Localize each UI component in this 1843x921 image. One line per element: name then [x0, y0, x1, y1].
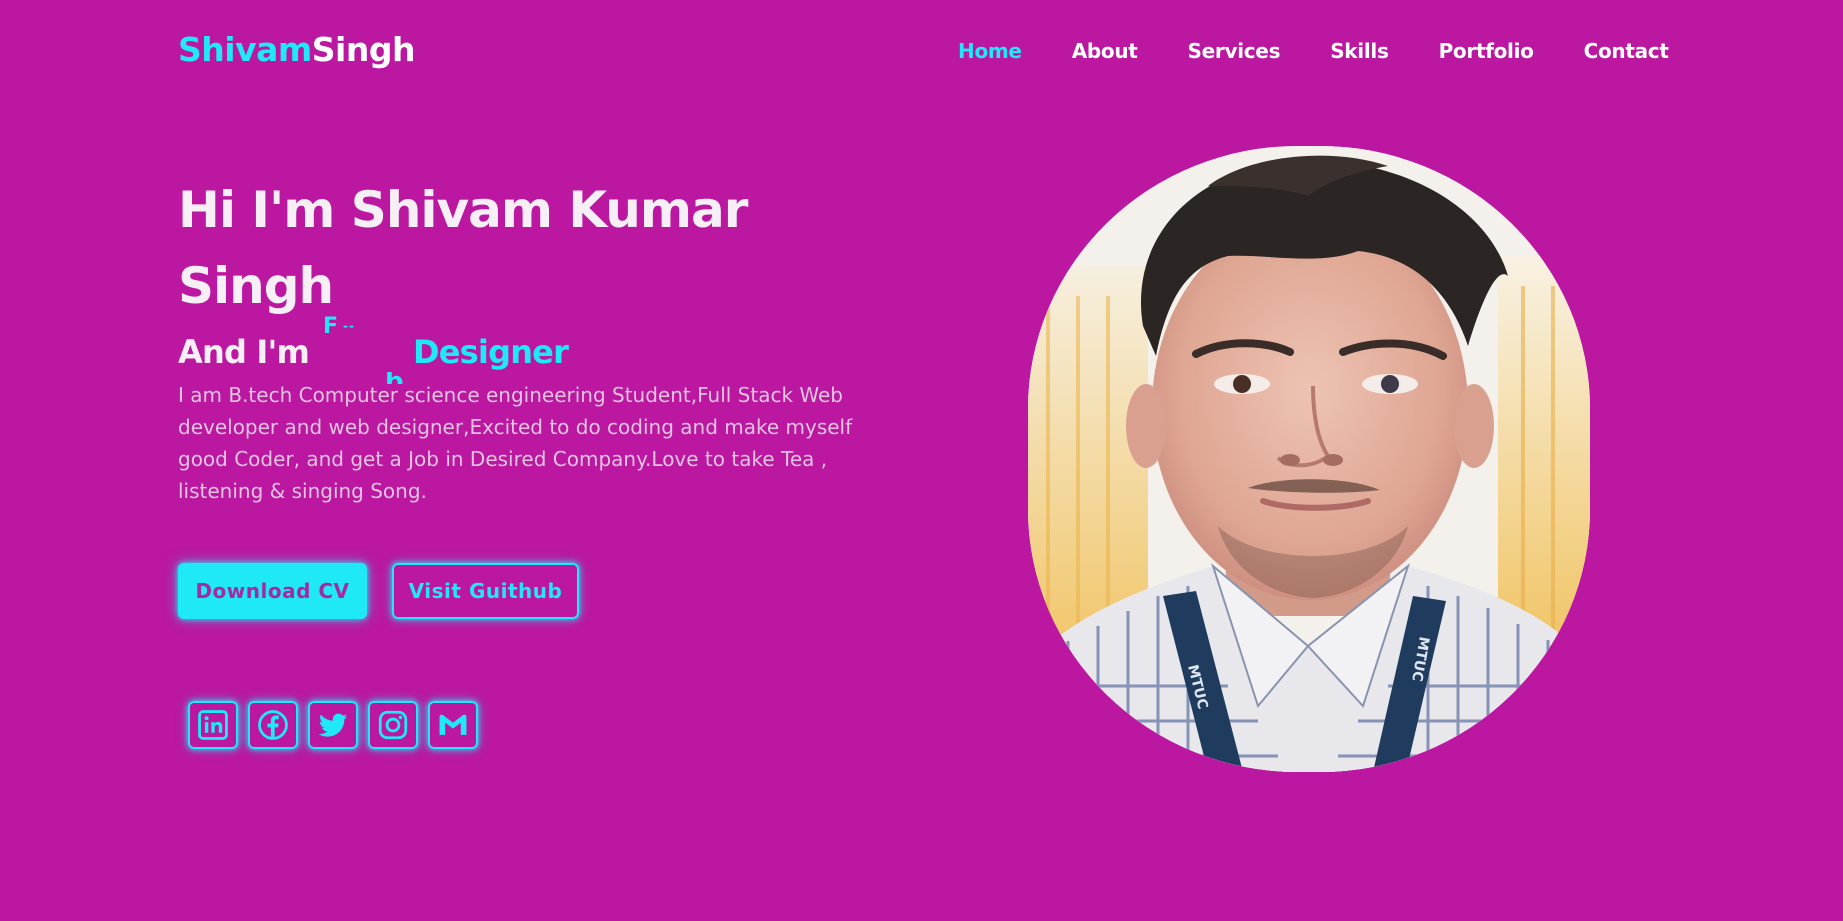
typing-fragment-dash: ‐‐	[343, 319, 355, 333]
linkedin-link[interactable]	[188, 701, 238, 749]
main-nav: Home About Services Skills Portfolio Con…	[958, 38, 1669, 64]
nav-home[interactable]: Home	[958, 38, 1022, 64]
instagram-link[interactable]	[368, 701, 418, 749]
nav-portfolio[interactable]: Portfolio	[1439, 38, 1534, 64]
hero-title: Hi I'm Shivam Kumar Singh	[178, 181, 748, 315]
instagram-icon	[378, 710, 408, 740]
nav-contact[interactable]: Contact	[1584, 38, 1669, 64]
profile-photo-illustration: MTUC MTUC	[1028, 146, 1590, 772]
nav-skills[interactable]: Skills	[1330, 38, 1389, 64]
hero-role: Designer	[413, 333, 569, 371]
site-logo[interactable]: ShivamSingh	[178, 28, 415, 72]
logo-first-name: Shivam	[178, 30, 312, 69]
hero-description: I am B.tech Computer science engineering…	[178, 383, 853, 503]
facebook-link[interactable]	[248, 701, 298, 749]
typing-fragment-top: F	[323, 316, 339, 339]
gmail-icon	[439, 714, 467, 735]
social-links	[188, 701, 478, 749]
gmail-link[interactable]	[428, 701, 478, 749]
visit-github-button[interactable]: Visit Guithub	[392, 563, 579, 619]
twitter-icon	[318, 713, 348, 737]
nav-about[interactable]: About	[1072, 38, 1138, 64]
download-cv-button[interactable]: Download CV	[178, 563, 367, 619]
linkedin-icon	[198, 710, 228, 740]
logo-last-name: Singh	[311, 30, 416, 69]
header: ShivamSingh Home About Services Skills P…	[0, 0, 1843, 100]
facebook-icon	[258, 710, 288, 740]
twitter-link[interactable]	[308, 701, 358, 749]
nav-services[interactable]: Services	[1188, 38, 1281, 64]
typing-animation: F ‐‐ b	[323, 316, 413, 386]
profile-photo: MTUC MTUC	[1028, 146, 1590, 772]
hero-subtitle-prefix: And I'm	[178, 333, 310, 371]
